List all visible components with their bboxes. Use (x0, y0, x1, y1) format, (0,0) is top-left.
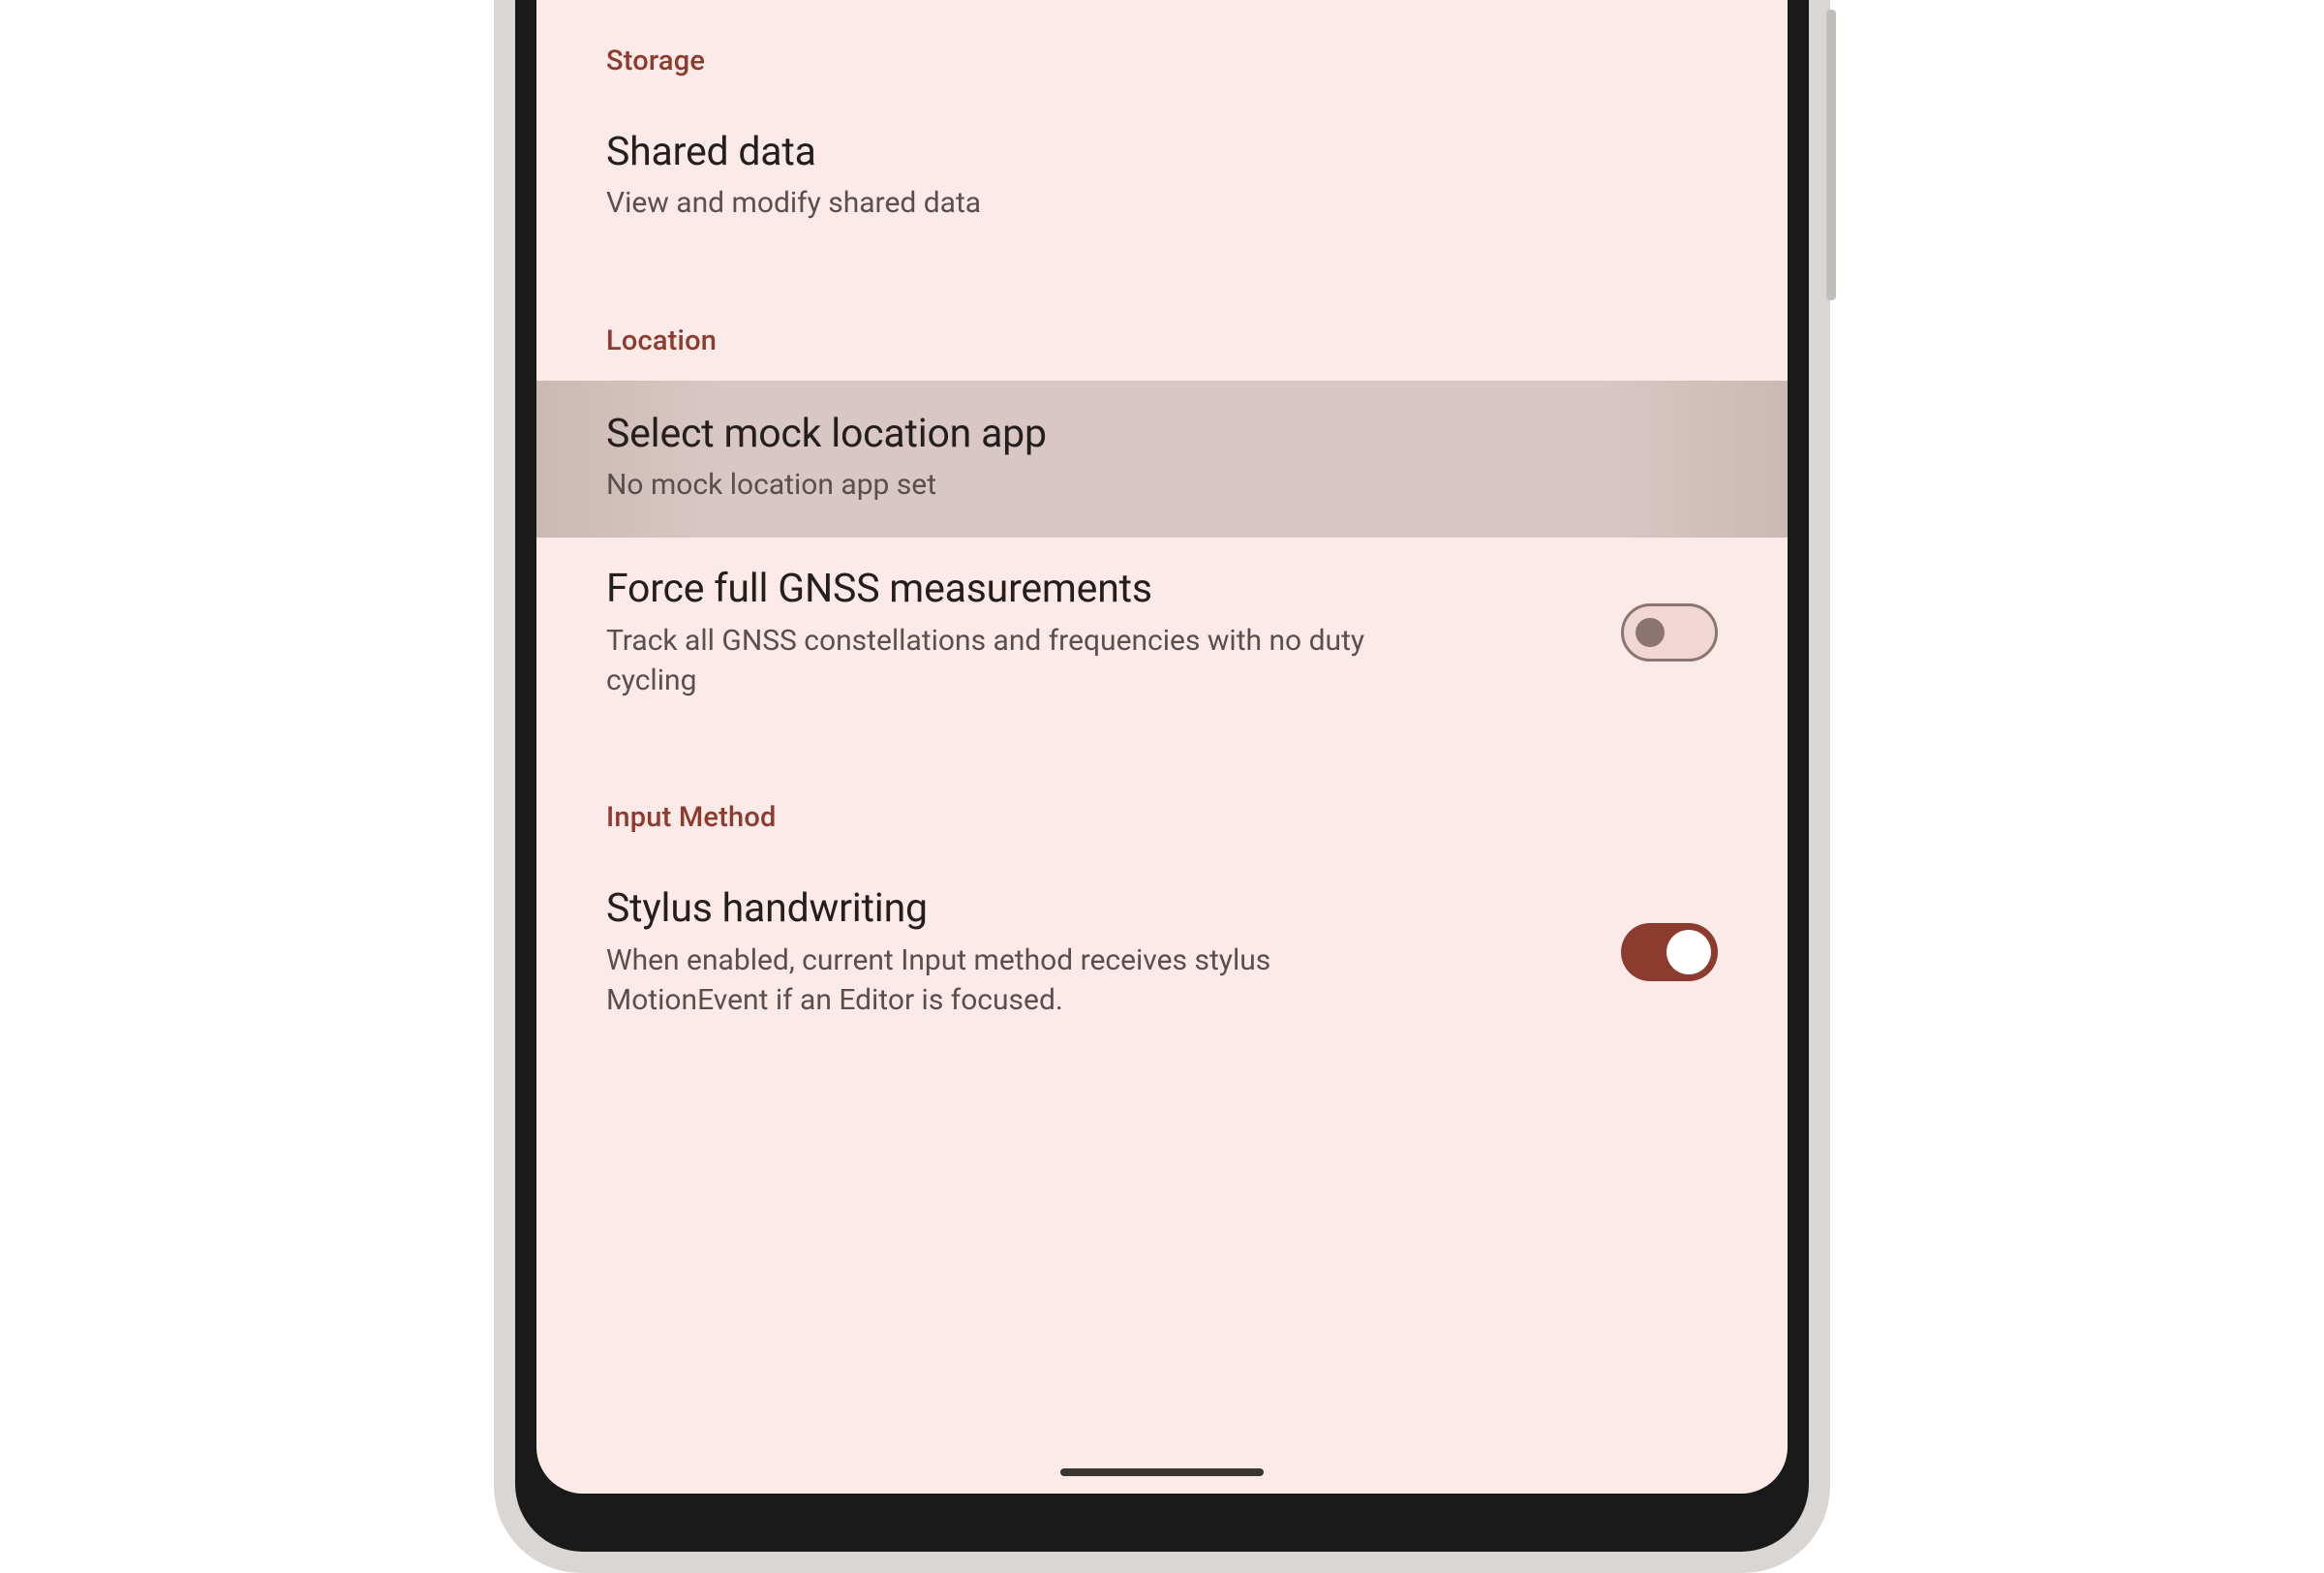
item-title: Shared data (606, 128, 1718, 177)
section-header-location: Location (536, 290, 1788, 381)
section-header-storage: Storage (536, 10, 1788, 101)
phone-bezel: Storage Shared data View and modify shar… (515, 0, 1809, 1552)
item-mock-location[interactable]: Select mock location app No mock locatio… (536, 381, 1788, 539)
item-gnss-measurements[interactable]: Force full GNSS measurements Track all G… (536, 538, 1788, 731)
screen: Storage Shared data View and modify shar… (536, 0, 1788, 1494)
toggle-thumb-icon (1667, 930, 1711, 974)
item-title: Force full GNSS measurements (606, 565, 1592, 614)
item-subtitle: View and modify shared data (606, 183, 1400, 223)
item-subtitle: Track all GNSS constellations and freque… (606, 621, 1400, 701)
item-title: Select mock location app (606, 410, 1718, 459)
phone-frame: Storage Shared data View and modify shar… (494, 0, 1830, 1573)
phone-outer-case: Storage Shared data View and modify shar… (494, 0, 1830, 1573)
side-button-icon (1826, 10, 1836, 300)
item-title: Stylus handwriting (606, 884, 1592, 934)
item-subtitle: When enabled, current Input method recei… (606, 941, 1400, 1021)
item-shared-data[interactable]: Shared data View and modify shared data (536, 101, 1788, 255)
section-header-input-method: Input Method (536, 766, 1788, 857)
nav-bar-handle-icon[interactable] (1060, 1468, 1264, 1476)
item-stylus-handwriting[interactable]: Stylus handwriting When enabled, current… (536, 857, 1788, 1051)
toggle-gnss[interactable] (1621, 603, 1718, 662)
item-subtitle: No mock location app set (606, 465, 1400, 505)
settings-list[interactable]: Storage Shared data View and modify shar… (536, 0, 1788, 1051)
toggle-thumb-icon (1636, 618, 1665, 647)
toggle-stylus[interactable] (1621, 923, 1718, 981)
